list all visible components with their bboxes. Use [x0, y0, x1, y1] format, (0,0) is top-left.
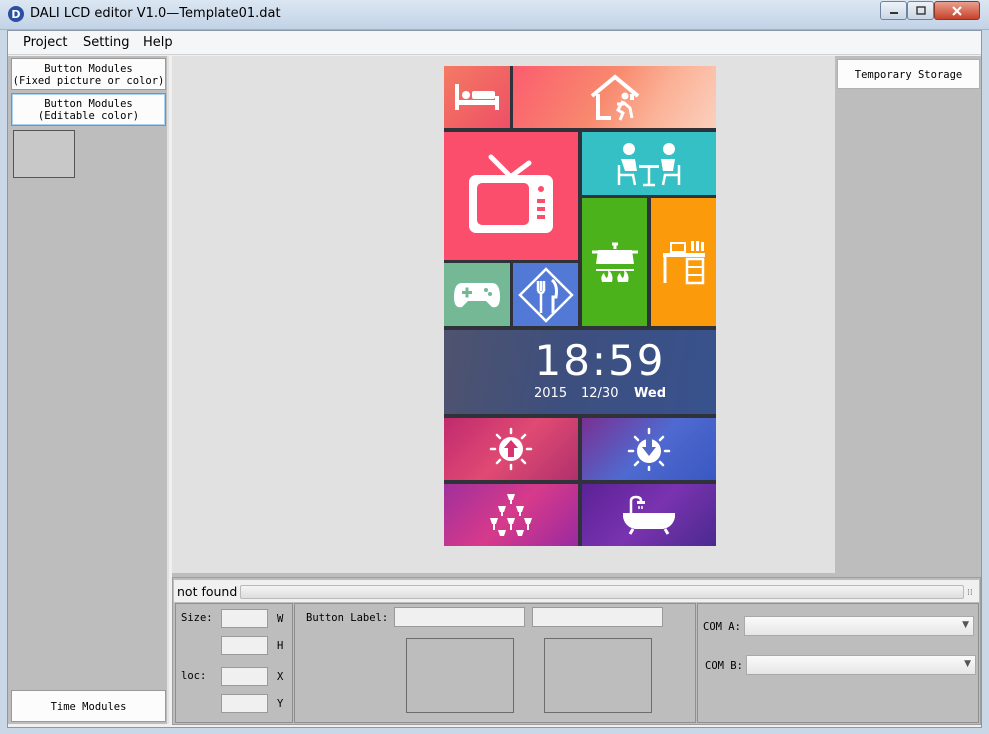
status-text: not found — [177, 584, 238, 599]
minimize-icon — [889, 11, 898, 14]
height-field[interactable] — [221, 636, 268, 655]
maximize-button[interactable] — [907, 1, 934, 20]
cutlery-icon — [517, 266, 574, 323]
bathtub-icon — [623, 495, 675, 535]
cooking-pot-icon — [591, 242, 638, 282]
clock-year: 2015 — [534, 386, 568, 401]
com-b-select[interactable]: ▼ — [746, 655, 976, 675]
menu-project[interactable]: Project — [23, 35, 67, 50]
chevron-down-icon: ▼ — [962, 620, 969, 630]
y-field[interactable] — [221, 694, 268, 713]
clock-weekday: Wed — [634, 386, 666, 401]
gamepad-icon — [454, 282, 500, 307]
tile-bed[interactable] — [444, 66, 510, 128]
bed-icon — [455, 84, 499, 110]
minimize-button[interactable] — [880, 1, 907, 20]
button-label-field-1[interactable] — [394, 607, 525, 627]
image-preview-2[interactable] — [544, 638, 652, 713]
maximize-icon — [915, 5, 926, 15]
resize-grip[interactable]: ⁞⁞ — [967, 588, 973, 598]
clock-time: 18:59 — [534, 336, 666, 385]
x-field[interactable] — [221, 667, 268, 686]
y-label: Y — [277, 698, 284, 710]
button-modules-fixed-button[interactable]: Button Modules (Fixed picture or color) — [11, 58, 166, 90]
com-a-select[interactable]: ▼ — [744, 616, 974, 636]
tile-game[interactable] — [444, 263, 510, 326]
com-b-label: COM B: — [705, 660, 743, 672]
tv-icon — [469, 154, 553, 233]
image-preview-1[interactable] — [406, 638, 514, 713]
com-a-label: COM A: — [703, 621, 741, 633]
tile-light-up[interactable] — [444, 418, 578, 480]
desk-icon — [662, 241, 705, 285]
x-label: X — [277, 671, 284, 683]
light-down-icon — [627, 427, 671, 471]
menu-help[interactable]: Help — [143, 35, 173, 50]
lcd-preview — [444, 66, 716, 546]
button-label-label: Button Label: — [306, 612, 389, 624]
tile-home[interactable] — [513, 66, 716, 128]
light-up-icon — [489, 427, 533, 471]
loc-label: loc: — [181, 670, 207, 682]
window-title: DALI LCD editor V1.0—Template01.dat — [30, 6, 281, 21]
clock-date: 12/30 — [581, 386, 619, 401]
temporary-storage-button[interactable]: Temporary Storage — [837, 59, 980, 89]
right-panel — [835, 56, 981, 573]
close-icon — [952, 5, 962, 16]
button-label-field-2[interactable] — [532, 607, 663, 627]
tile-cooking[interactable] — [582, 198, 647, 326]
w-label: W — [277, 613, 284, 625]
size-label: Size: — [181, 612, 213, 624]
tile-cutlery[interactable] — [513, 263, 578, 326]
tile-light-down[interactable] — [582, 418, 716, 480]
tile-dining[interactable] — [582, 132, 716, 195]
button-modules-editable-button[interactable]: Button Modules (Editable color) — [11, 93, 166, 126]
champagne-tower-icon — [490, 494, 532, 536]
tile-desk[interactable] — [651, 198, 716, 326]
home-icon — [590, 74, 639, 121]
progress-bar — [240, 585, 964, 599]
dining-icon — [617, 142, 681, 186]
time-modules-button[interactable]: Time Modules — [11, 690, 166, 722]
h-label: H — [277, 640, 284, 652]
tile-party[interactable] — [444, 484, 578, 546]
close-button[interactable] — [934, 1, 980, 20]
app-icon: D — [8, 6, 24, 22]
module-thumbnail[interactable] — [13, 130, 75, 178]
tile-tv[interactable] — [444, 132, 578, 260]
width-field[interactable] — [221, 609, 268, 628]
menu-setting[interactable]: Setting — [83, 35, 130, 50]
tile-bath[interactable] — [582, 484, 716, 546]
chevron-down-icon: ▼ — [964, 659, 971, 669]
